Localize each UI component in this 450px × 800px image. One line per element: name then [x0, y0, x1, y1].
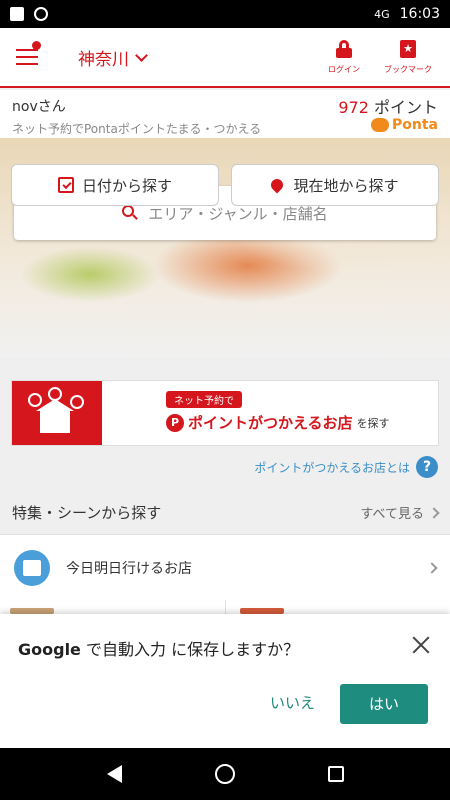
search-icon — [122, 205, 139, 221]
feature-thumbnails — [0, 600, 450, 614]
points-display: 972 ポイント — [338, 94, 438, 118]
chevron-down-icon — [135, 48, 148, 62]
list-item-label: 今日明日行けるお店 — [66, 560, 192, 577]
banner-text: ネット予約で P ポイントがつかえるお店 を探す — [102, 381, 438, 445]
app-header: 神奈川 ログイン ★ ブックマーク — [0, 28, 450, 88]
points-coin-icon: P — [166, 413, 184, 432]
see-all-label: すべて見る — [360, 507, 424, 522]
points-unit: ポイント — [373, 98, 438, 117]
notification-dot — [32, 41, 41, 50]
chevron-right-icon — [426, 561, 438, 574]
shop-icon — [36, 399, 74, 433]
banner-illustration — [12, 381, 102, 445]
network-label: 4G — [374, 7, 390, 21]
list-item[interactable]: 今日明日行けるお店 — [0, 534, 450, 600]
close-button[interactable] — [412, 636, 430, 654]
points-value: 972 — [338, 98, 369, 117]
navigation-bar — [0, 748, 450, 800]
region-select[interactable]: 神奈川 — [78, 45, 148, 70]
location-pin-icon — [268, 176, 286, 194]
ponta-logo-text: Ponta — [392, 117, 438, 133]
login-button[interactable]: ログイン — [328, 39, 360, 75]
see-all-link[interactable]: すべて見る — [360, 503, 440, 522]
ponta-icon — [371, 118, 389, 132]
lock-icon — [336, 39, 352, 58]
home-icon[interactable] — [214, 764, 235, 784]
ponta-logo: Ponta — [371, 117, 438, 133]
divider — [225, 600, 226, 614]
recent-apps-icon[interactable] — [327, 766, 344, 782]
banner-main: P ポイントがつかえるお店 を探す — [166, 412, 438, 433]
section-title: 特集・シーンから探す — [12, 504, 162, 522]
banner-main-text: ポイントがつかえるお店 — [188, 414, 353, 432]
user-bar: novさん ネット予約でPontaポイントたまる・つかえる 972 ポイント P… — [0, 90, 450, 138]
hamburger-icon — [16, 49, 38, 65]
autofill-title: Google で自動入力 に保存しますか？ — [18, 636, 299, 660]
calendar-icon — [14, 549, 50, 586]
banner-suffix: を探す — [356, 416, 390, 430]
status-right: 4G 16:03 — [374, 6, 440, 22]
what-is-ponta-shop-link[interactable]: ポイントがつかえるお店とは ? — [254, 456, 438, 478]
yes-button[interactable]: はい — [340, 684, 428, 724]
image-icon — [10, 7, 24, 21]
header-actions: ログイン ★ ブックマーク — [328, 39, 450, 75]
calendar-check-icon — [57, 177, 74, 193]
what-link-text: ポイントがつかえるお店とは — [254, 460, 410, 475]
search-by-date-button[interactable]: 日付から探す — [11, 164, 219, 206]
autofill-brand: Google — [18, 640, 81, 659]
status-bar: 4G 16:03 — [0, 0, 450, 28]
notification-icon — [34, 7, 48, 21]
no-button[interactable]: いいえ — [270, 692, 315, 713]
autofill-save-dialog: Google で自動入力 に保存しますか？ いいえ はい — [0, 614, 450, 748]
bookmark-icon: ★ — [400, 39, 416, 58]
status-left — [10, 7, 48, 21]
search-by-location-button[interactable]: 現在地から探す — [231, 164, 439, 206]
search-by-date-label: 日付から探す — [81, 176, 172, 195]
login-label: ログイン — [328, 64, 360, 74]
menu-button[interactable] — [0, 27, 54, 87]
ponta-shops-banner[interactable]: ネット予約で P ポイントがつかえるお店 を探す — [11, 380, 439, 446]
clock: 16:03 — [399, 6, 440, 22]
search-by-location-label: 現在地から探す — [293, 176, 399, 195]
bookmark-button[interactable]: ★ ブックマーク — [384, 39, 432, 75]
region-label: 神奈川 — [78, 49, 129, 70]
question-icon: ? — [416, 456, 438, 478]
chevron-right-icon — [428, 506, 440, 519]
bookmark-label: ブックマーク — [384, 64, 432, 74]
banner-tag: ネット予約で — [166, 391, 242, 408]
back-icon[interactable] — [106, 765, 122, 783]
autofill-text: で自動入力 に保存しますか？ — [80, 640, 300, 659]
